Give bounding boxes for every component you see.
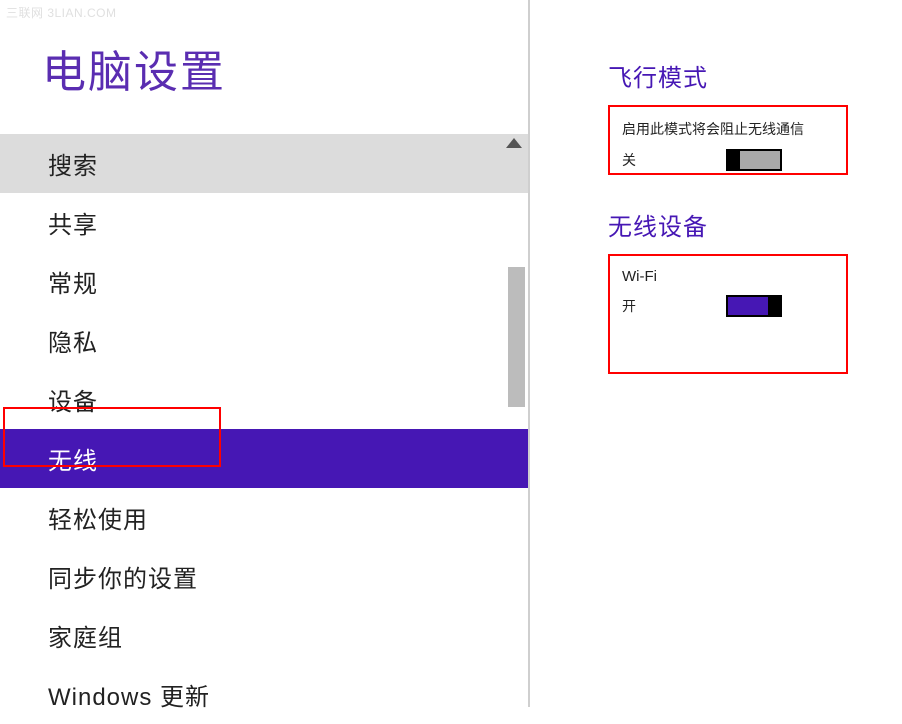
wireless-devices-box: Wi-Fi 开 <box>608 254 848 374</box>
sidebar-item-wireless[interactable]: 无线 <box>0 429 528 488</box>
airplane-mode-title: 飞行模式 <box>608 58 882 93</box>
sidebar-item-search[interactable]: 搜索 <box>0 134 528 193</box>
airplane-mode-toggle[interactable] <box>726 149 782 171</box>
wifi-toggle-row: 开 <box>622 295 830 317</box>
airplane-mode-toggle-row: 关 <box>622 149 830 171</box>
wireless-devices-section: 无线设备 Wi-Fi 开 <box>608 207 882 374</box>
airplane-mode-box: 启用此模式将会阻止无线通信 关 <box>608 105 848 175</box>
sidebar-item-share[interactable]: 共享 <box>0 193 528 252</box>
nav-list: 搜索 共享 常规 隐私 设备 无线 轻松使用 同步你的设置 家庭组 Window… <box>0 134 528 724</box>
scrollbar-thumb[interactable] <box>508 267 525 407</box>
airplane-mode-state-label: 关 <box>622 150 642 170</box>
wifi-label: Wi-Fi <box>622 268 830 285</box>
sidebar-item-sync-settings[interactable]: 同步你的设置 <box>0 547 528 606</box>
sidebar-item-privacy[interactable]: 隐私 <box>0 311 528 370</box>
toggle-knob <box>726 149 740 171</box>
sidebar-item-devices[interactable]: 设备 <box>0 370 528 429</box>
sidebar-item-homegroup[interactable]: 家庭组 <box>0 606 528 665</box>
airplane-mode-section: 飞行模式 启用此模式将会阻止无线通信 关 <box>608 58 882 175</box>
sidebar-item-ease-of-access[interactable]: 轻松使用 <box>0 488 528 547</box>
wireless-devices-title: 无线设备 <box>608 207 882 242</box>
app-layout: 电脑设置 搜索 共享 常规 隐私 设备 无线 轻松使用 同步你的设置 家庭组 W… <box>0 0 902 707</box>
page-title: 电脑设置 <box>0 0 528 134</box>
sidebar-item-general[interactable]: 常规 <box>0 252 528 311</box>
wifi-toggle[interactable] <box>726 295 782 317</box>
airplane-mode-description: 启用此模式将会阻止无线通信 <box>622 119 830 139</box>
sidebar: 电脑设置 搜索 共享 常规 隐私 设备 无线 轻松使用 同步你的设置 家庭组 W… <box>0 0 530 707</box>
wifi-state-label: 开 <box>622 296 642 316</box>
sidebar-item-windows-update[interactable]: Windows 更新 <box>0 665 528 724</box>
scroll-up-arrow-icon[interactable] <box>506 138 522 148</box>
content-pane: 飞行模式 启用此模式将会阻止无线通信 关 无线设备 Wi-Fi 开 <box>530 0 902 707</box>
toggle-knob <box>768 295 782 317</box>
